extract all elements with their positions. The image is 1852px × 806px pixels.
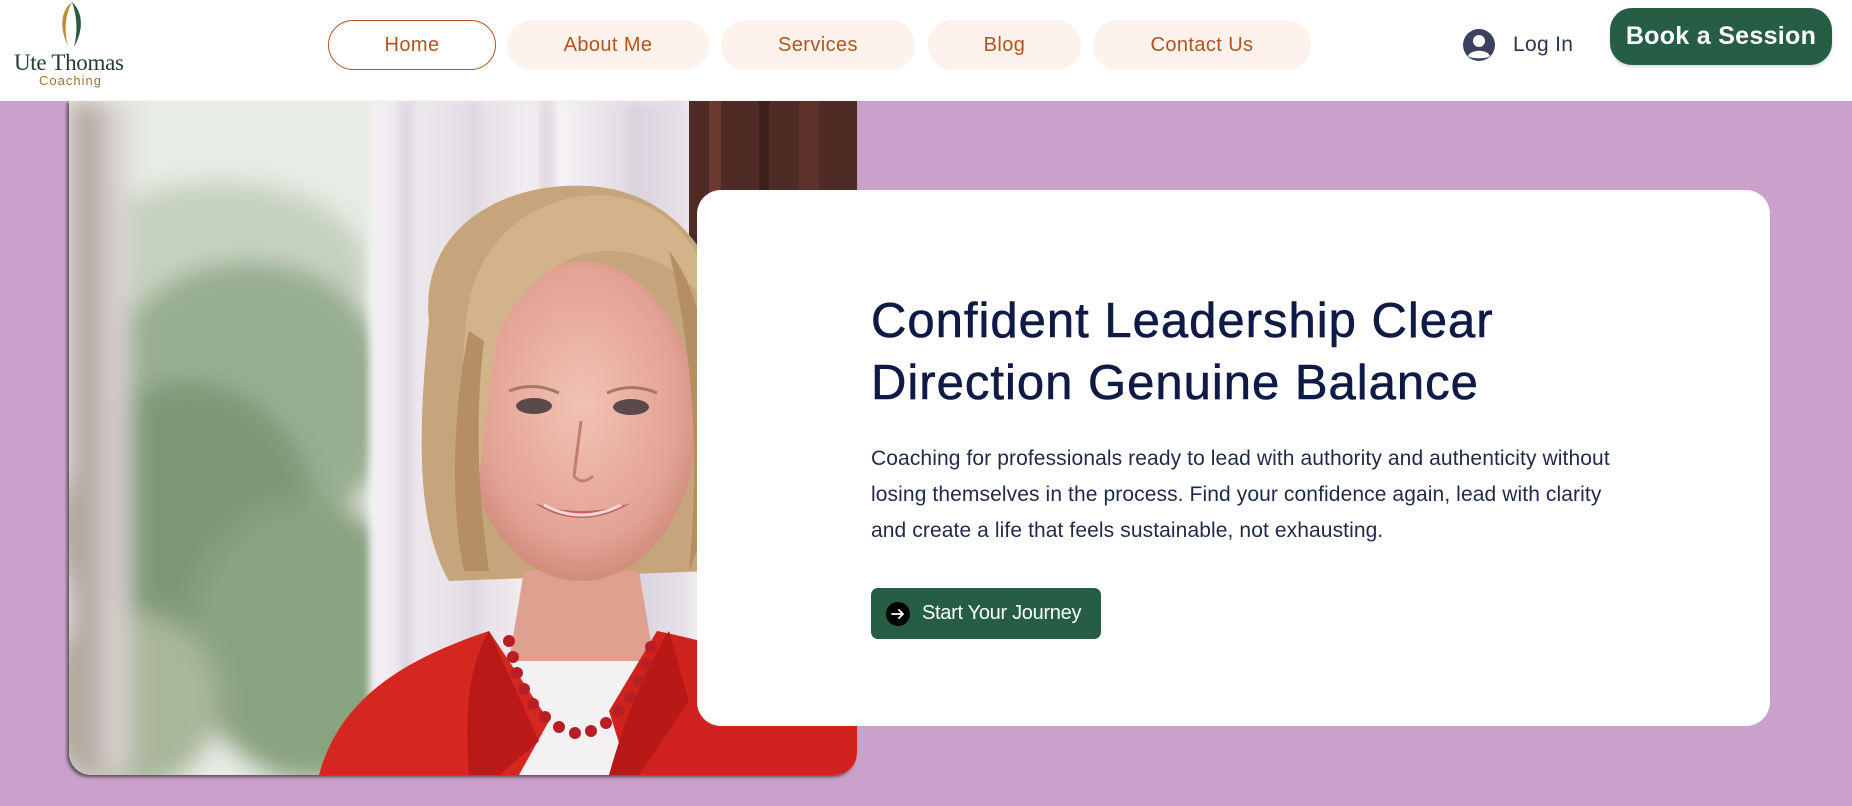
logo-subtitle: Coaching — [39, 73, 102, 88]
nav-services[interactable]: Services — [721, 20, 915, 70]
start-journey-button[interactable]: Start Your Journey — [871, 588, 1101, 639]
start-journey-label: Start Your Journey — [922, 602, 1082, 624]
user-avatar-icon — [1463, 29, 1495, 61]
login-label: Log In — [1513, 33, 1574, 56]
nav-home[interactable]: Home — [328, 20, 496, 70]
book-session-button[interactable]: Book a Session — [1610, 8, 1832, 65]
nav-blog[interactable]: Blog — [928, 20, 1081, 70]
site-header: Ute Thomas Coaching Home About Me Servic… — [0, 0, 1852, 101]
nav-about-me[interactable]: About Me — [507, 20, 709, 70]
hero-card: Confident Leadership Clear Direction Gen… — [697, 190, 1770, 726]
login-link[interactable]: Log In — [1462, 26, 1573, 64]
nav-contact-us[interactable]: Contact Us — [1093, 20, 1311, 70]
leaf-logo-icon — [62, 2, 81, 47]
hero-title: Confident Leadership Clear Direction Gen… — [871, 294, 1494, 411]
arrow-right-circle-icon — [886, 601, 910, 626]
hero-description: Coaching for professionals ready to lead… — [871, 447, 1610, 542]
site-logo[interactable]: Ute Thomas Coaching — [0, 0, 140, 95]
